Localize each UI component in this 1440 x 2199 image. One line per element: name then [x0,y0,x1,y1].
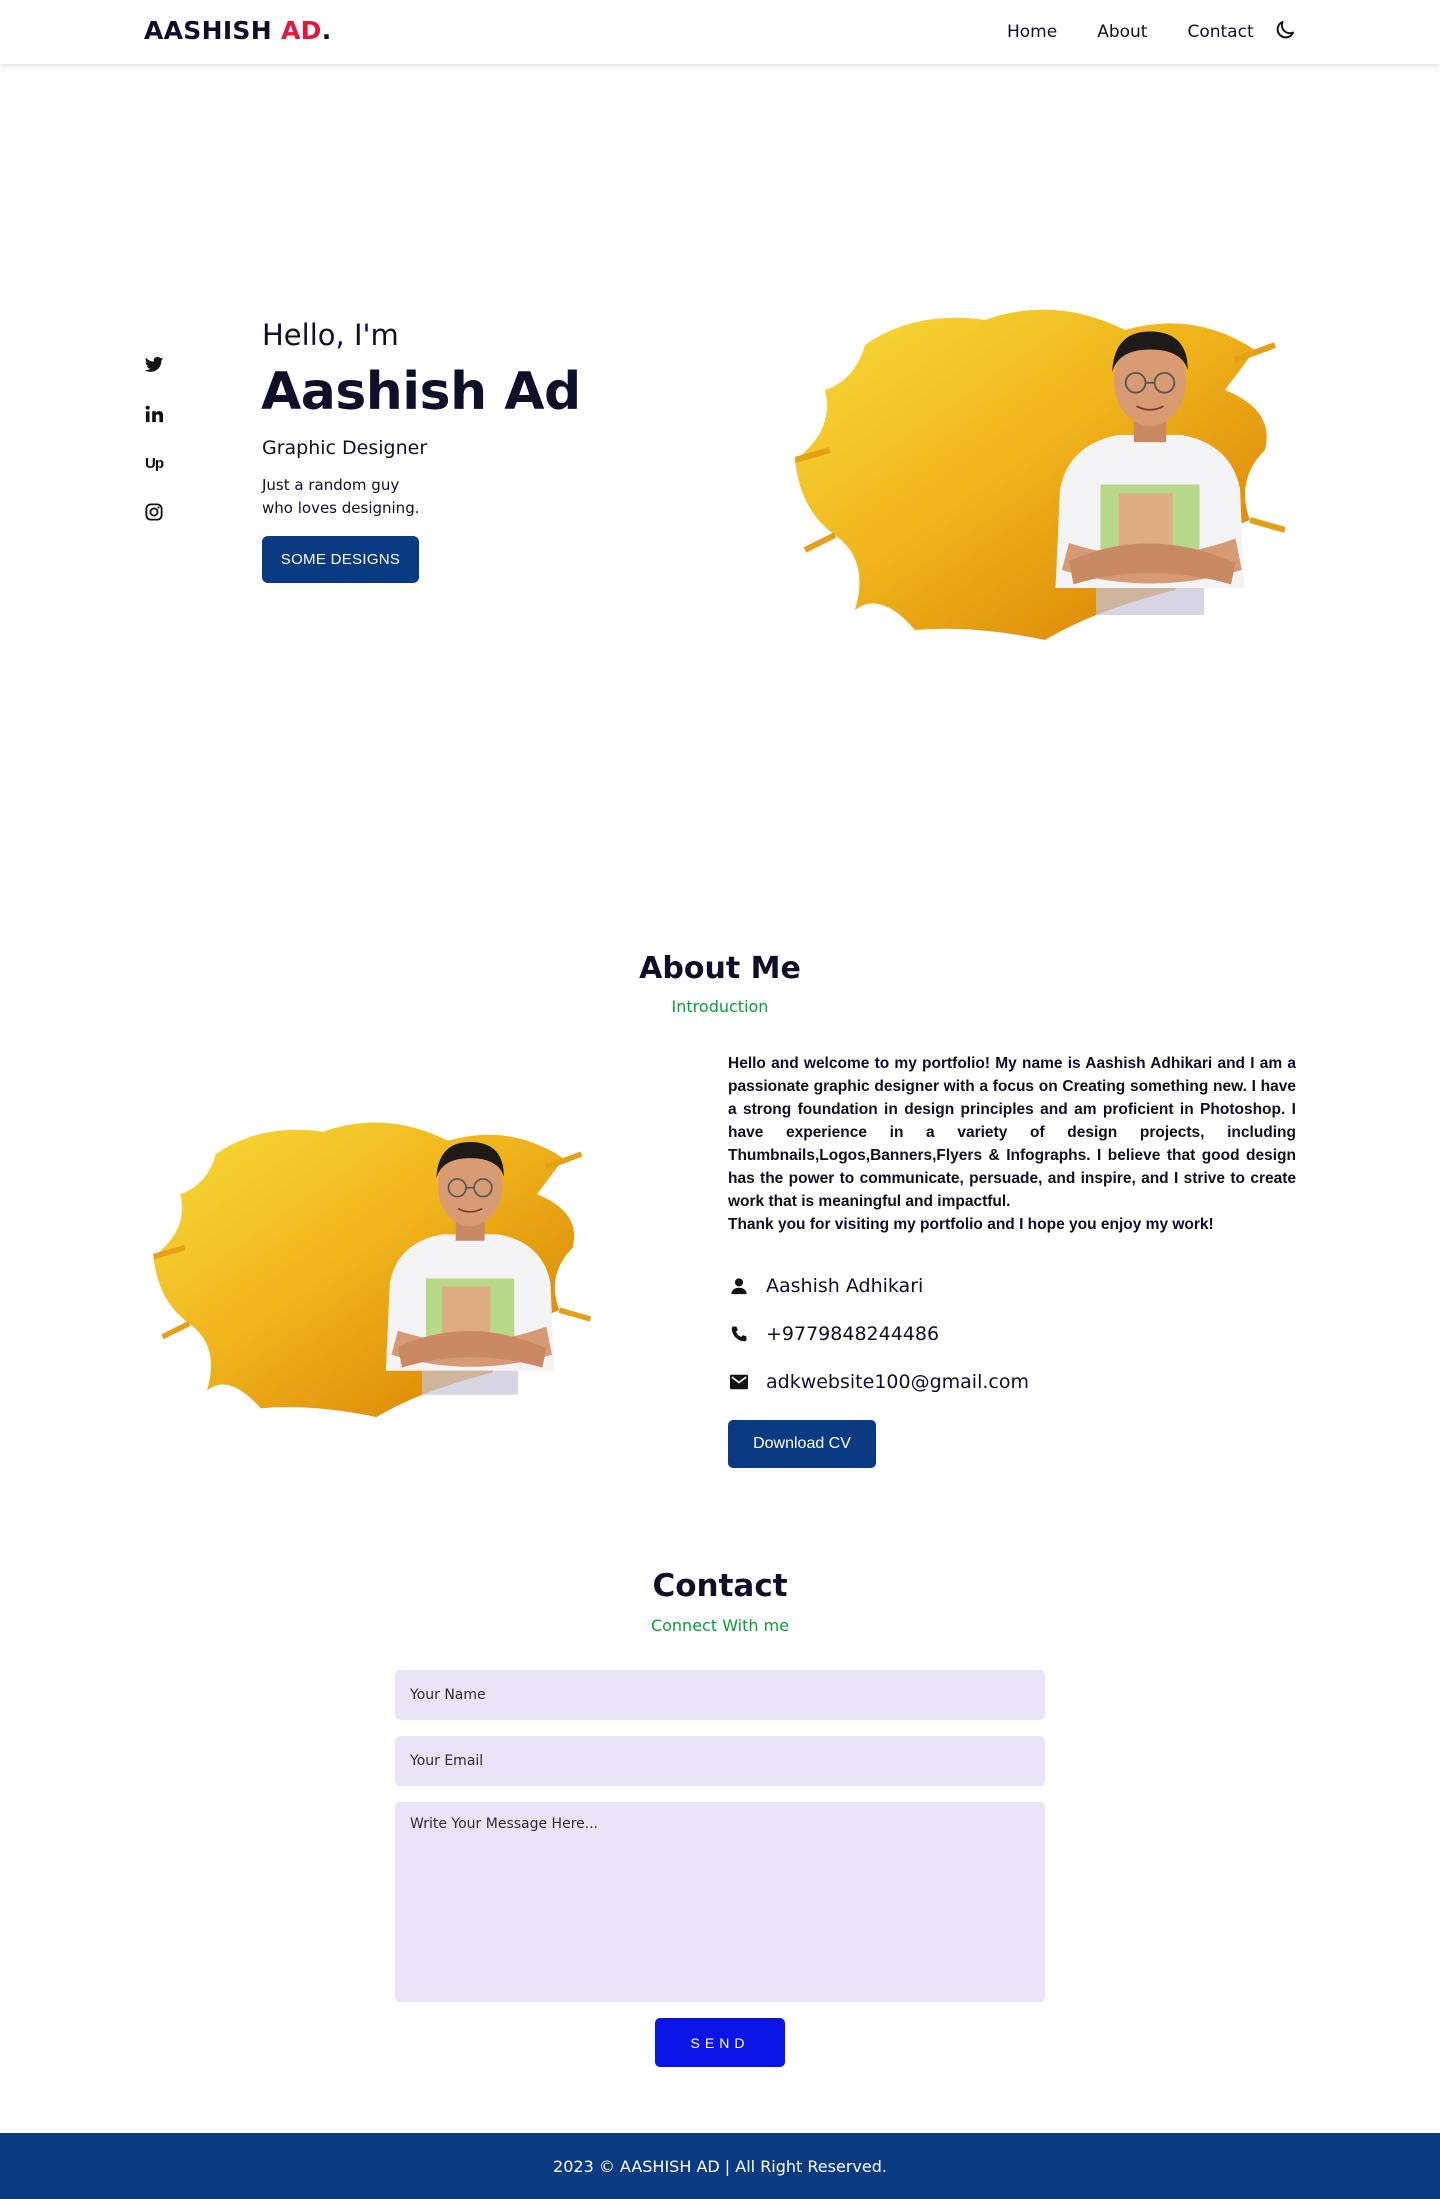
hero-description: Just a random guy who loves designing. [262,474,452,520]
info-name-row: Aashish Adhikari [728,1275,923,1297]
footer-text: 2023 © AASHISH AD | All Right Reserved. [553,2156,887,2176]
info-phone: +9779848244486 [766,1323,940,1345]
main-nav: Home About Contact [1007,22,1294,42]
info-name: Aashish Adhikari [766,1275,924,1297]
nav-home[interactable]: Home [1007,22,1057,42]
about-title: About Me [639,951,801,986]
hero-name: Aashish Ad [261,362,581,422]
linkedin-icon[interactable] [143,403,165,425]
hero-desc-line2: who loves designing. [262,499,420,517]
info-phone-row: +9779848244486 [728,1323,939,1345]
hero-desc-line1: Just a random guy [262,476,400,494]
person-icon [728,1275,750,1297]
info-email-row: adkwebsite100@gmail.com [728,1371,1029,1393]
download-cv-button[interactable]: Download CV [728,1420,876,1468]
logo-main: AASHISH [144,16,272,45]
site-footer: 2023 © AASHISH AD | All Right Reserved. [0,2133,1440,2199]
about-text: Hello and welcome to my portfolio! My na… [728,1052,1296,1236]
name-input[interactable] [395,1670,1045,1720]
hero-role: Graphic Designer [262,437,428,459]
about-paragraph: Hello and welcome to my portfolio! My na… [728,1055,1296,1210]
instagram-icon[interactable] [143,501,165,523]
site-logo[interactable]: AASHISH AD. [144,16,332,45]
upwork-icon[interactable]: Up [143,452,165,474]
contact-subtitle: Connect With me [650,1616,790,1635]
info-email: adkwebsite100@gmail.com [766,1371,1029,1393]
logo-accent: AD [280,16,322,45]
email-input[interactable] [395,1736,1045,1786]
some-designs-button[interactable]: SOME DESIGNS [262,536,419,583]
nav-contact[interactable]: Contact [1187,22,1253,42]
message-textarea[interactable] [395,1802,1045,2002]
upwork-text: Up [145,454,164,472]
hero-portrait-image [794,290,1286,660]
phone-icon [728,1323,750,1345]
logo-dot: . [321,16,332,45]
moon-icon[interactable] [1273,18,1297,42]
mail-icon [728,1371,750,1393]
nav-about[interactable]: About [1097,22,1147,42]
about-portrait-image [152,1105,592,1435]
social-links: Up [143,354,167,550]
twitter-icon[interactable] [143,354,165,376]
send-button[interactable]: SEND [655,2018,785,2067]
hero-greeting: Hello, I'm [262,318,399,352]
contact-title: Contact [652,1568,788,1604]
site-header: AASHISH AD. Home About Contact [0,0,1440,64]
about-thanks: Thank you for visiting my portfolio and … [728,1216,1214,1233]
about-subtitle: Introduction [671,997,769,1016]
